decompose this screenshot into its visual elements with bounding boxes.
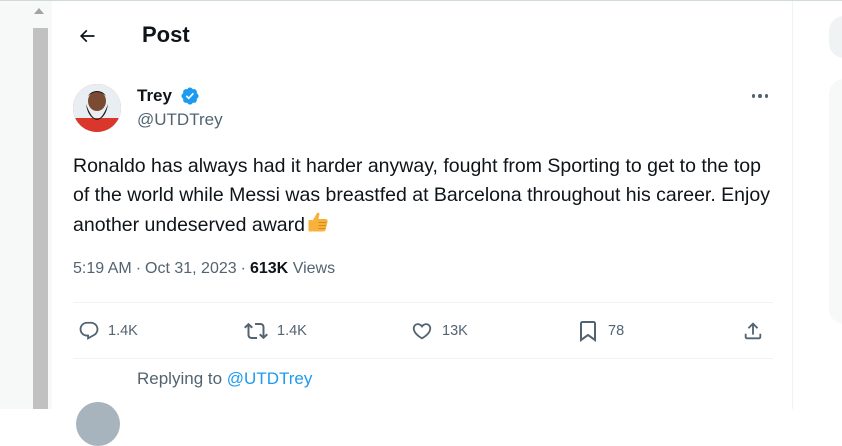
verified-badge-icon	[181, 87, 199, 105]
views-label: Views	[292, 260, 336, 277]
bookmark-button[interactable]: 78	[576, 317, 624, 345]
sidebar-search-pill[interactable]	[829, 16, 842, 58]
tweet-time-link[interactable]: 5:19 AM	[73, 260, 132, 277]
scrollbar-thumb[interactable]	[33, 28, 48, 409]
thumbs-up-icon	[308, 212, 328, 232]
back-button[interactable]	[70, 19, 104, 53]
replying-to-handle-link[interactable]: @UTDTrey	[227, 369, 313, 388]
meta-separator: ·	[240, 260, 246, 277]
views-count: 613K	[249, 260, 289, 277]
reply-button[interactable]: 1.4K	[78, 317, 138, 345]
repost-button[interactable]: 1.4K	[243, 317, 307, 345]
avatar[interactable]	[73, 84, 121, 132]
page-title: Post	[142, 22, 190, 47]
repost-count: 1.4K	[277, 323, 307, 339]
bookmark-icon	[580, 321, 596, 342]
repost-icon	[244, 322, 268, 340]
tweet-text: Ronaldo has always had it harder anyway,…	[73, 152, 773, 240]
reply-count: 1.4K	[108, 323, 138, 339]
author-handle[interactable]: @UTDTrey	[137, 110, 223, 130]
like-count: 13K	[442, 323, 468, 339]
more-options-button[interactable]	[745, 84, 775, 108]
tweet-date: Oct 31, 2023	[145, 260, 237, 277]
reply-icon	[79, 321, 99, 340]
tweet-body: Ronaldo has always had it harder anyway,…	[73, 155, 770, 236]
more-dot	[764, 94, 769, 98]
avatar-image	[73, 84, 121, 132]
heart-icon	[412, 323, 432, 340]
scroll-up-arrow-icon[interactable]	[34, 8, 44, 14]
more-dot	[751, 94, 756, 98]
sidebar-card	[829, 79, 842, 324]
more-dot	[758, 94, 762, 98]
author-name[interactable]: Trey	[137, 86, 172, 106]
bookmark-count: 78	[608, 323, 625, 339]
tweet-time: 5:19 AM	[73, 260, 132, 277]
share-icon	[744, 322, 762, 340]
tweet-metadata: 5:19 AM · Oct 31, 2023 · 613K Views	[73, 259, 335, 279]
divider	[73, 358, 773, 359]
tweet-date-link[interactable]: Oct 31, 2023	[145, 260, 237, 277]
replying-to: Replying to @UTDTrey	[137, 368, 312, 390]
divider	[73, 302, 773, 303]
like-button[interactable]: 13K	[410, 317, 468, 345]
arrow-left-icon	[79, 29, 95, 43]
replying-to-label: Replying to	[137, 369, 223, 388]
share-button[interactable]	[742, 317, 764, 345]
meta-separator: ·	[135, 260, 142, 277]
